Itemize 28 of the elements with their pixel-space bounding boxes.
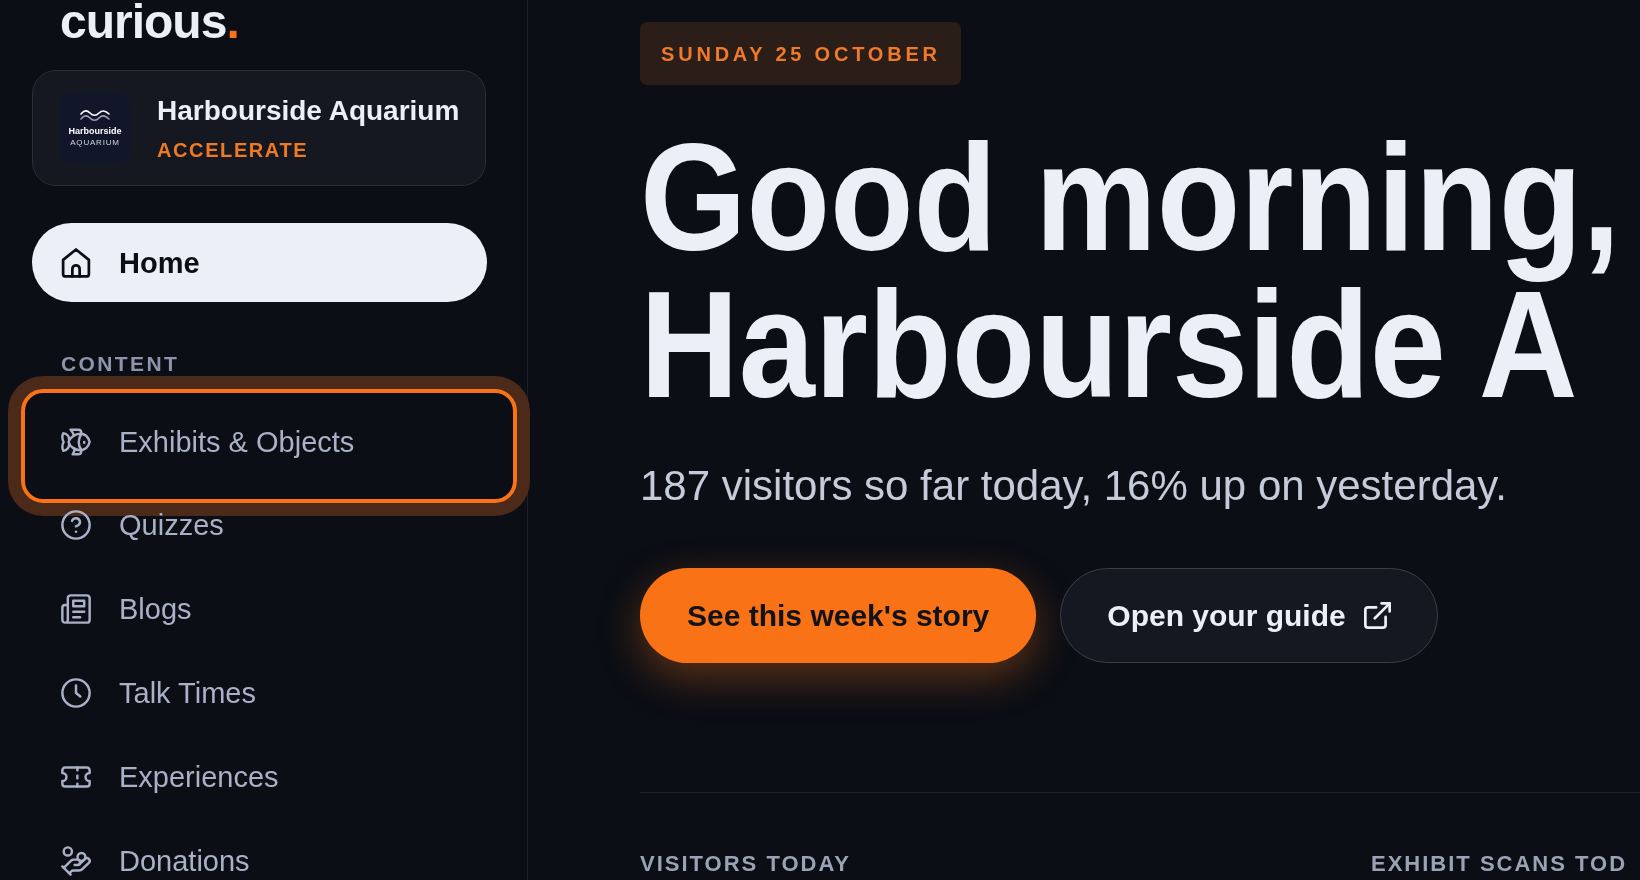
stat-label: VISITORS TODAY: [640, 851, 851, 877]
greeting-heading: Good morning, Harbourside A: [640, 124, 1622, 418]
brand-logo[interactable]: curious.: [60, 0, 239, 44]
visitor-summary: 187 visitors so far today, 16% up on yesterday.: [640, 461, 1507, 511]
logo-wordmark: Harbourside: [68, 126, 122, 136]
organization-card[interactable]: Harbourside AQUARIUM Harbourside Aquarium ACCELERATE: [32, 70, 486, 186]
plan-label: ACCELERATE: [157, 138, 310, 162]
nav-item[interactable]: Quizzes: [32, 507, 487, 543]
nav-item[interactable]: Donations: [32, 843, 487, 879]
home-icon: [61, 247, 91, 278]
waves-icon: [80, 109, 110, 122]
nav-item[interactable]: Experiences: [32, 759, 487, 795]
hand-coins-icon: [61, 846, 91, 876]
external-link-icon: [1363, 602, 1391, 629]
nav-item[interactable]: Talk Times: [32, 675, 487, 711]
date-chip: SUNDAY 25 OCTOBER: [640, 22, 961, 85]
nav-item[interactable]: Home: [32, 223, 487, 302]
question-icon: [61, 510, 91, 540]
fish-icon: [61, 427, 91, 457]
stat-label: EXHIBIT SCANS TOD: [1371, 851, 1628, 877]
clock-icon: [61, 678, 91, 708]
section-heading: CONTENT: [61, 352, 180, 376]
nav-item[interactable]: Blogs: [32, 591, 487, 627]
story-button[interactable]: See this week's story: [640, 568, 1037, 663]
guide-button[interactable]: Open your guide: [1060, 568, 1438, 663]
organization-name: Harbourside Aquarium: [157, 94, 460, 128]
logo-tagline: AQUARIUM: [70, 138, 120, 147]
newspaper-icon: [61, 594, 91, 624]
